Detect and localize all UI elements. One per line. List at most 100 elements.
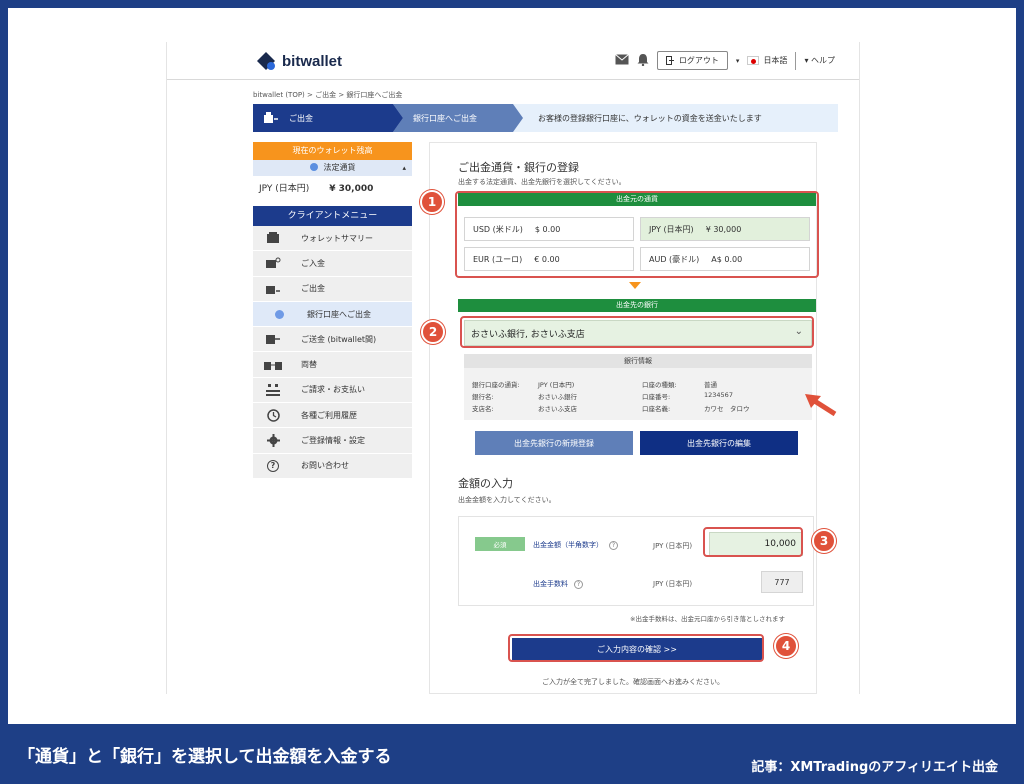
chevron-up-icon: ▴ bbox=[402, 164, 406, 172]
caption-bar: 「通貨」と「銀行」を選択して出金額を入金する 記事：XMTradingのアフィリ… bbox=[0, 724, 1024, 784]
bank-info-value: カワセ タロウ bbox=[704, 405, 750, 413]
down-arrow-icon bbox=[629, 282, 641, 289]
client-menu-title: クライアントメニュー bbox=[253, 206, 412, 226]
bank-info-key: 口座名義: bbox=[642, 405, 671, 413]
help-icon[interactable]: ? bbox=[609, 541, 618, 550]
menu-item-billing[interactable]: ご請求・お支払い bbox=[253, 377, 412, 404]
menu-item-wallet-summary[interactable]: ウォレットサマリー bbox=[253, 226, 412, 252]
menu-label: ご出金 bbox=[301, 284, 325, 294]
bank-info-value: 1234567 bbox=[704, 391, 733, 399]
edit-bank-button[interactable]: 出金先銀行の編集 bbox=[640, 431, 798, 455]
history-icon bbox=[263, 408, 283, 422]
bell-icon[interactable] bbox=[637, 53, 649, 68]
bank-info-value: おさいふ銀行 bbox=[538, 393, 577, 401]
menu-label: ご入金 bbox=[301, 258, 325, 268]
currency-icon bbox=[309, 163, 318, 171]
currency-bank-section-note: 出金する法定通貨、出金先銀行を選択してください。 bbox=[458, 178, 626, 186]
step1-label: ご出金 bbox=[289, 113, 313, 123]
wallet-balance-row: JPY (日本円) ¥ 30,000 bbox=[253, 176, 412, 202]
amount-label: 出金金額（半角数字）? bbox=[533, 540, 618, 550]
bank-info-value: 普通 bbox=[704, 381, 717, 389]
bank-info-key: 銀行口座の通貨: bbox=[472, 381, 520, 389]
currency-bank-section-title: ご出金通貨・銀行の登録 bbox=[458, 161, 579, 174]
annotation-number-4: 4 bbox=[774, 634, 798, 658]
menu-label: お問い合わせ bbox=[301, 461, 349, 471]
exchange-icon bbox=[263, 358, 283, 371]
highlight-confirm bbox=[508, 634, 764, 662]
annotation-number-3: 3 bbox=[812, 529, 836, 553]
bank-info-key: 口座番号: bbox=[642, 393, 671, 401]
amount-section-note: 出金金額を入力してください。 bbox=[458, 496, 556, 504]
new-bank-register-button[interactable]: 出金先銀行の新規登録 bbox=[475, 431, 633, 455]
logout-button[interactable]: ログアウト bbox=[656, 51, 728, 70]
menu-label: ご登録情報・設定 bbox=[301, 436, 365, 446]
menu-label: 両替 bbox=[301, 360, 317, 370]
menu-item-exchange[interactable]: 両替 bbox=[253, 352, 412, 378]
help-label: ヘルプ bbox=[811, 56, 835, 65]
menu-label: ウォレットサマリー bbox=[301, 233, 373, 243]
logo-text: bitwallet bbox=[282, 52, 343, 70]
menu-item-transfer[interactable]: ご送金 (bitwallet間) bbox=[253, 327, 412, 353]
fee-label-text: 出金手数料 bbox=[533, 580, 568, 588]
annotation-number-2: 2 bbox=[421, 320, 445, 344]
menu-item-deposit[interactable]: ご入金 bbox=[253, 251, 412, 277]
caption-article: 記事：XMTradingのアフィリエイト出金 bbox=[751, 760, 998, 775]
wallet-subtitle: 法定通貨 bbox=[323, 163, 356, 172]
japan-flag-icon bbox=[747, 56, 760, 65]
wallet-currency: JPY (日本円) bbox=[259, 184, 310, 194]
mail-icon[interactable] bbox=[615, 54, 629, 67]
fee-value: 777 bbox=[761, 571, 803, 593]
progress-steps: 銀行口座へご出金 ご出金 お客様の登録銀行口座に、ウォレットの資金を送金いたしま… bbox=[253, 104, 838, 132]
amount-label-text: 出金金額（半角数字） bbox=[533, 541, 603, 549]
menu-label: 各種ご利用履歴 bbox=[301, 410, 357, 420]
bitwallet-logo-icon bbox=[255, 51, 277, 71]
bank-info-title: 銀行情報 bbox=[464, 354, 812, 368]
menu-item-history[interactable]: 各種ご利用履歴 bbox=[253, 403, 412, 429]
destination-bank-title: 出金先の銀行 bbox=[458, 299, 816, 312]
divider bbox=[795, 51, 797, 70]
help-menu[interactable]: ▾ ヘルプ bbox=[804, 55, 835, 66]
menu-item-withdrawal[interactable]: ご出金 bbox=[253, 276, 412, 302]
transfer-icon bbox=[263, 333, 283, 346]
logo[interactable]: bitwallet bbox=[255, 51, 342, 71]
fiat-currency-toggle[interactable]: 法定通貨 ▴ bbox=[253, 160, 412, 176]
caption-title: 「通貨」と「銀行」を選択して出金額を入金する bbox=[18, 747, 392, 767]
billing-icon bbox=[263, 383, 283, 396]
language-label: 日本語 bbox=[763, 56, 788, 65]
deposit-icon bbox=[263, 257, 283, 270]
pointer-arrow-icon bbox=[803, 392, 839, 422]
required-badge: 必須 bbox=[475, 537, 525, 551]
bank-info-key: 口座の種類: bbox=[642, 381, 677, 389]
wallet-balance-title: 現在のウォレット残高 bbox=[253, 142, 412, 160]
amount-section-title: 金額の入力 bbox=[458, 477, 513, 490]
withdraw-icon bbox=[264, 112, 278, 123]
bank-info-value: JPY (日本円) bbox=[538, 381, 575, 389]
step-bank-withdrawal: 銀行口座へご出金 bbox=[393, 104, 523, 132]
sidebar: 現在のウォレット残高 法定通貨 ▴ JPY (日本円) ¥ 30,000 クライ… bbox=[253, 142, 412, 479]
completion-note: ご入力が全て完了しました。確認画面へお進みください。 bbox=[542, 678, 724, 686]
fee-label: 出金手数料? bbox=[533, 579, 583, 589]
bank-info-key: 銀行名: bbox=[472, 393, 494, 401]
highlight-currency bbox=[455, 191, 819, 278]
bitwallet-page: bitwallet ログアウト ▾ 日本語 ▾ ヘルプ bitwallet (T… bbox=[166, 42, 860, 694]
highlight-amount bbox=[703, 527, 803, 557]
help-icon[interactable]: ? bbox=[574, 580, 583, 589]
bank-info-key: 支店名: bbox=[472, 405, 494, 413]
withdraw-icon bbox=[263, 282, 283, 295]
logout-label: ログアウト bbox=[678, 56, 719, 65]
menu-item-contact[interactable]: ? お問い合わせ bbox=[253, 453, 412, 479]
question-icon: ? bbox=[263, 459, 283, 472]
screenshot-frame: bitwallet ログアウト ▾ 日本語 ▾ ヘルプ bitwallet (T… bbox=[8, 8, 1016, 724]
menu-item-settings[interactable]: ご登録情報・設定 bbox=[253, 428, 412, 454]
annotation-number-1: 1 bbox=[420, 190, 444, 214]
menu-label: 銀行口座へご出金 bbox=[307, 309, 371, 319]
bank-info-value: おさいふ支店 bbox=[538, 405, 577, 413]
breadcrumb[interactable]: bitwallet (TOP) > ご出金 > 銀行口座へご出金 bbox=[253, 90, 402, 100]
amount-currency: JPY (日本円) bbox=[653, 542, 693, 550]
menu-label: ご送金 (bitwallet間) bbox=[301, 334, 377, 344]
language-selector[interactable]: 日本語 bbox=[747, 55, 787, 66]
wallet-icon bbox=[263, 232, 283, 245]
step2-label: 銀行口座へご出金 bbox=[413, 113, 477, 123]
chevron-down-icon[interactable]: ▾ bbox=[736, 57, 740, 65]
menu-item-bank-withdrawal[interactable]: 銀行口座へご出金 bbox=[253, 301, 412, 328]
